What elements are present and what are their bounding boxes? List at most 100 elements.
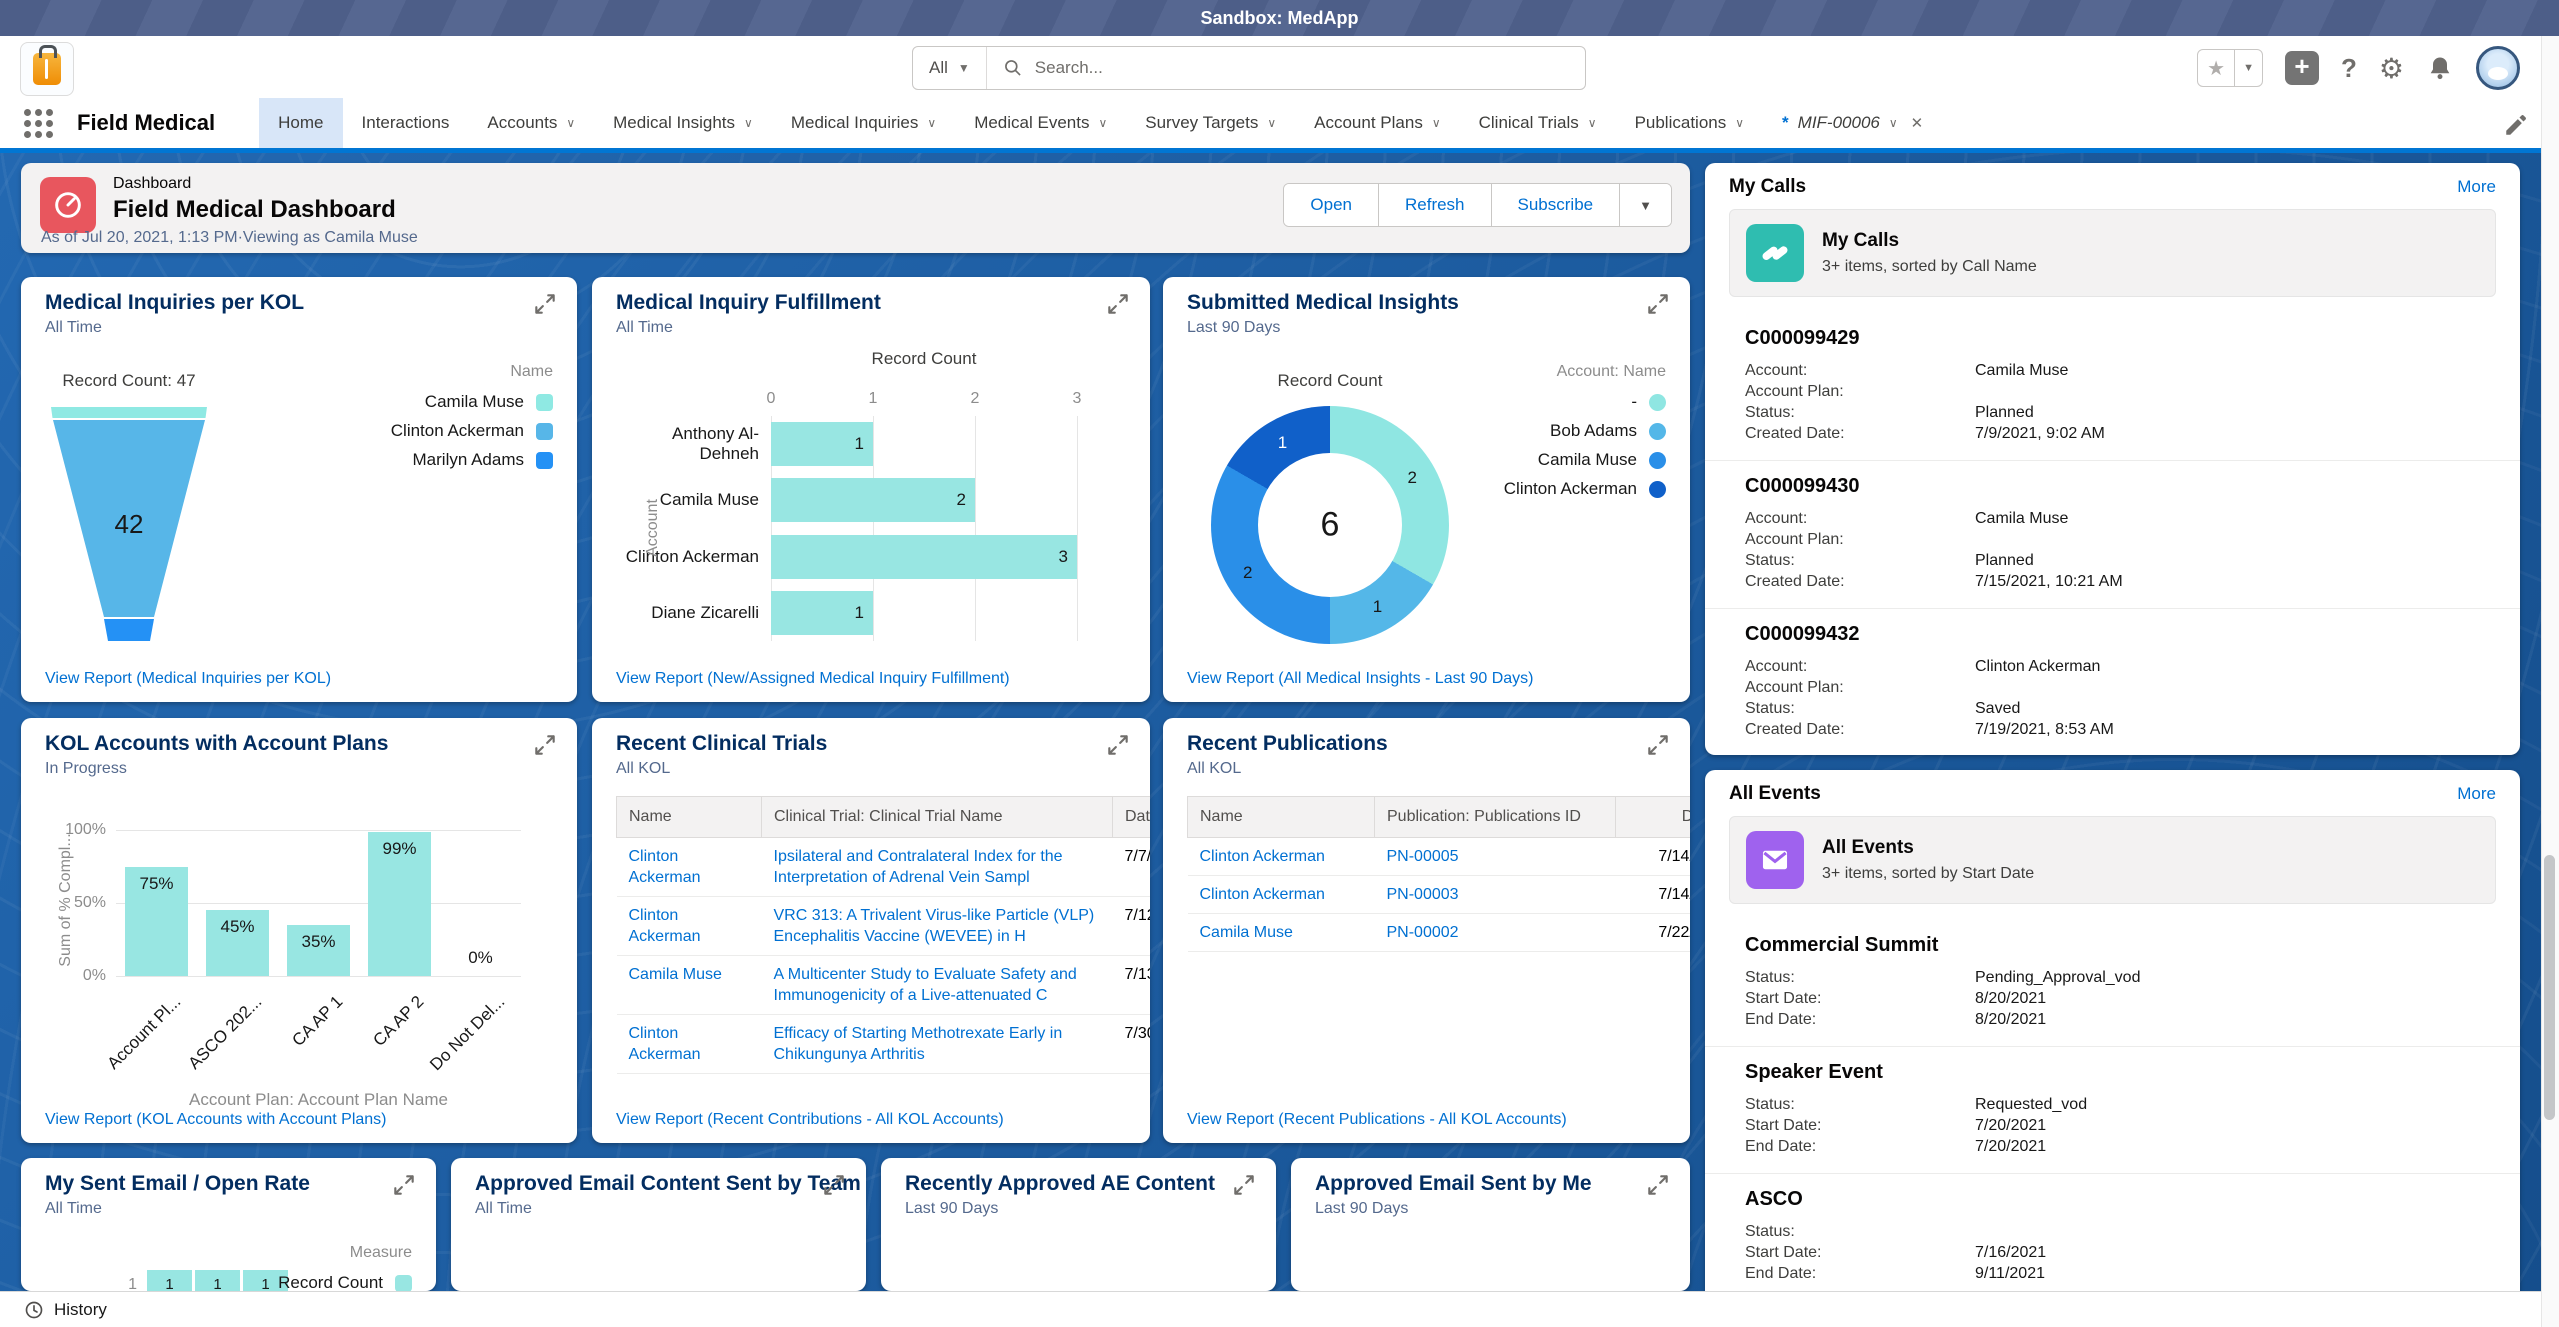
column-header-dat[interactable]: Dat… — [1113, 797, 1151, 838]
open-button[interactable]: Open — [1284, 184, 1378, 226]
tab-mif-00006[interactable]: *MIF-00006∨✕ — [1763, 98, 1942, 148]
record-link[interactable]: PN-00005 — [1375, 838, 1616, 876]
column-header-name[interactable]: Name — [1188, 797, 1375, 838]
column-header-name[interactable]: Name — [617, 797, 762, 838]
legend-item[interactable]: Camila Muse — [1538, 450, 1666, 470]
refresh-button[interactable]: Refresh — [1378, 184, 1491, 226]
help-button[interactable]: ? — [2341, 53, 2357, 84]
chevron-down-icon[interactable]: ∨ — [1735, 116, 1744, 130]
legend-item[interactable]: Clinton Ackerman — [391, 421, 553, 441]
app-launcher-icon[interactable] — [24, 109, 53, 148]
list-view-banner[interactable]: My Calls 3+ items, sorted by Call Name — [1729, 209, 2496, 297]
favorites-button[interactable]: ★ ▼ — [2197, 49, 2263, 87]
view-report-link[interactable]: View Report (Recent Publications - All K… — [1187, 1111, 1567, 1129]
more-link[interactable]: More — [2457, 177, 2496, 197]
notifications-bell-icon[interactable] — [2426, 54, 2454, 82]
expand-icon[interactable] — [1104, 732, 1132, 760]
expand-icon[interactable] — [531, 291, 559, 319]
call-name[interactable]: C000099432 — [1745, 623, 2496, 646]
tab-account-plans[interactable]: Account Plans∨ — [1295, 98, 1459, 148]
record-link[interactable]: PN-00002 — [1375, 914, 1616, 952]
record-link[interactable]: Clinton Ackerman — [617, 1015, 762, 1074]
user-avatar[interactable] — [2476, 46, 2520, 90]
chevron-down-icon[interactable]: ∨ — [1098, 116, 1107, 130]
tab-clinical-trials[interactable]: Clinical Trials∨ — [1460, 98, 1616, 148]
view-report-link[interactable]: View Report (KOL Accounts with Account P… — [45, 1111, 387, 1129]
record-link[interactable]: Clinton Ackerman — [617, 897, 762, 956]
call-name[interactable]: C000099430 — [1745, 475, 2496, 498]
close-icon[interactable]: ✕ — [1911, 114, 1924, 132]
tab-interactions[interactable]: Interactions — [343, 98, 469, 148]
global-search[interactable]: All ▼ Search... — [912, 46, 1586, 90]
expand-icon[interactable] — [1644, 1172, 1672, 1200]
event-name[interactable]: Commercial Summit — [1745, 934, 2496, 957]
more-link[interactable]: More — [2457, 784, 2496, 804]
view-report-link[interactable]: View Report (All Medical Insights - Last… — [1187, 670, 1534, 688]
global-add-button[interactable]: + — [2285, 51, 2319, 85]
legend-item[interactable]: Marilyn Adams — [413, 450, 553, 470]
scrollbar-thumb[interactable] — [2544, 855, 2555, 1120]
more-actions-dropdown[interactable]: ▼ — [1619, 184, 1671, 226]
record-link[interactable]: Camila Muse — [1188, 914, 1375, 952]
y-axis-tick: 0% — [36, 967, 106, 985]
tab-home[interactable]: Home — [259, 98, 342, 148]
app-logo[interactable] — [20, 42, 74, 96]
view-report-link[interactable]: View Report (Recent Contributions - All … — [616, 1111, 1004, 1129]
column-header-clinical-trial-clinical-trial-name[interactable]: Clinical Trial: Clinical Trial Name — [762, 797, 1113, 838]
view-report-link[interactable]: View Report (New/Assigned Medical Inquir… — [616, 670, 1010, 688]
record-link[interactable]: Clinton Ackerman — [1188, 838, 1375, 876]
record-link[interactable]: Efficacy of Starting Methotrexate Early … — [762, 1015, 1113, 1074]
column-header-date[interactable]: Date↑ — [1616, 797, 1691, 838]
subscribe-button[interactable]: Subscribe — [1491, 184, 1620, 226]
chevron-down-icon[interactable]: ∨ — [1889, 116, 1898, 130]
tab-survey-targets[interactable]: Survey Targets∨ — [1126, 98, 1295, 148]
chevron-down-icon[interactable]: ∨ — [1588, 116, 1597, 130]
bar-camila-muse[interactable]: 2 — [771, 478, 975, 522]
expand-icon[interactable] — [1230, 1172, 1258, 1200]
bar-diane-zicarelli[interactable]: 1 — [771, 591, 873, 635]
history-utility-button[interactable]: History — [24, 1300, 107, 1320]
chevron-down-icon[interactable]: ▼ — [2234, 50, 2262, 86]
expand-icon[interactable] — [1104, 291, 1132, 319]
expand-icon[interactable] — [1644, 732, 1672, 760]
record-link[interactable]: PN-00003 — [1375, 876, 1616, 914]
bar-anthony-al-dehneh[interactable]: 1 — [771, 422, 873, 466]
call-name[interactable]: C000099429 — [1745, 327, 2496, 350]
tab-publications[interactable]: Publications∨ — [1616, 98, 1763, 148]
event-name[interactable]: Speaker Event — [1745, 1061, 2496, 1084]
record-link[interactable]: Clinton Ackerman — [1188, 876, 1375, 914]
legend-item[interactable]: - — [1631, 392, 1666, 412]
event-name[interactable]: ASCO — [1745, 1188, 2496, 1211]
expand-icon[interactable] — [390, 1172, 418, 1200]
chevron-down-icon[interactable]: ∨ — [744, 116, 753, 130]
chevron-down-icon[interactable]: ∨ — [1267, 116, 1276, 130]
expand-icon[interactable] — [531, 732, 559, 760]
expand-icon[interactable] — [1644, 291, 1672, 319]
page-scrollbar[interactable] — [2541, 36, 2559, 1327]
record-link[interactable]: Ipsilateral and Contralateral Index for … — [762, 838, 1113, 897]
chevron-down-icon[interactable]: ∨ — [927, 116, 936, 130]
record-link[interactable]: Clinton Ackerman — [617, 838, 762, 897]
list-view-banner[interactable]: All Events 3+ items, sorted by Start Dat… — [1729, 816, 2496, 904]
chevron-down-icon[interactable]: ∨ — [1432, 116, 1441, 130]
legend-item[interactable]: Bob Adams — [1550, 421, 1666, 441]
setup-button[interactable]: ⚙ — [2379, 52, 2404, 85]
edit-pencil-icon[interactable] — [2503, 112, 2529, 138]
tab-medical-insights[interactable]: Medical Insights∨ — [594, 98, 772, 148]
expand-icon[interactable] — [820, 1172, 848, 1200]
legend-item[interactable]: Camila Muse — [425, 392, 553, 412]
tab-accounts[interactable]: Accounts∨ — [468, 98, 594, 148]
bar-clinton-ackerman[interactable]: 3 — [771, 535, 1077, 579]
record-link[interactable]: VRC 313: A Trivalent Virus-like Particle… — [762, 897, 1113, 956]
tab-medical-events[interactable]: Medical Events∨ — [955, 98, 1126, 148]
record-link[interactable]: Camila Muse — [617, 956, 762, 1015]
chevron-down-icon[interactable]: ∨ — [566, 116, 575, 130]
column-header-publication-publications-id[interactable]: Publication: Publications ID — [1375, 797, 1616, 838]
view-report-link[interactable]: View Report (Medical Inquiries per KOL) — [45, 670, 331, 688]
search-input[interactable]: Search... — [987, 58, 1585, 78]
star-icon[interactable]: ★ — [2198, 56, 2234, 81]
tab-medical-inquiries[interactable]: Medical Inquiries∨ — [772, 98, 955, 148]
legend-item[interactable]: Clinton Ackerman — [1504, 479, 1666, 499]
record-link[interactable]: A Multicenter Study to Evaluate Safety a… — [762, 956, 1113, 1015]
search-scope-dropdown[interactable]: All ▼ — [913, 47, 987, 89]
